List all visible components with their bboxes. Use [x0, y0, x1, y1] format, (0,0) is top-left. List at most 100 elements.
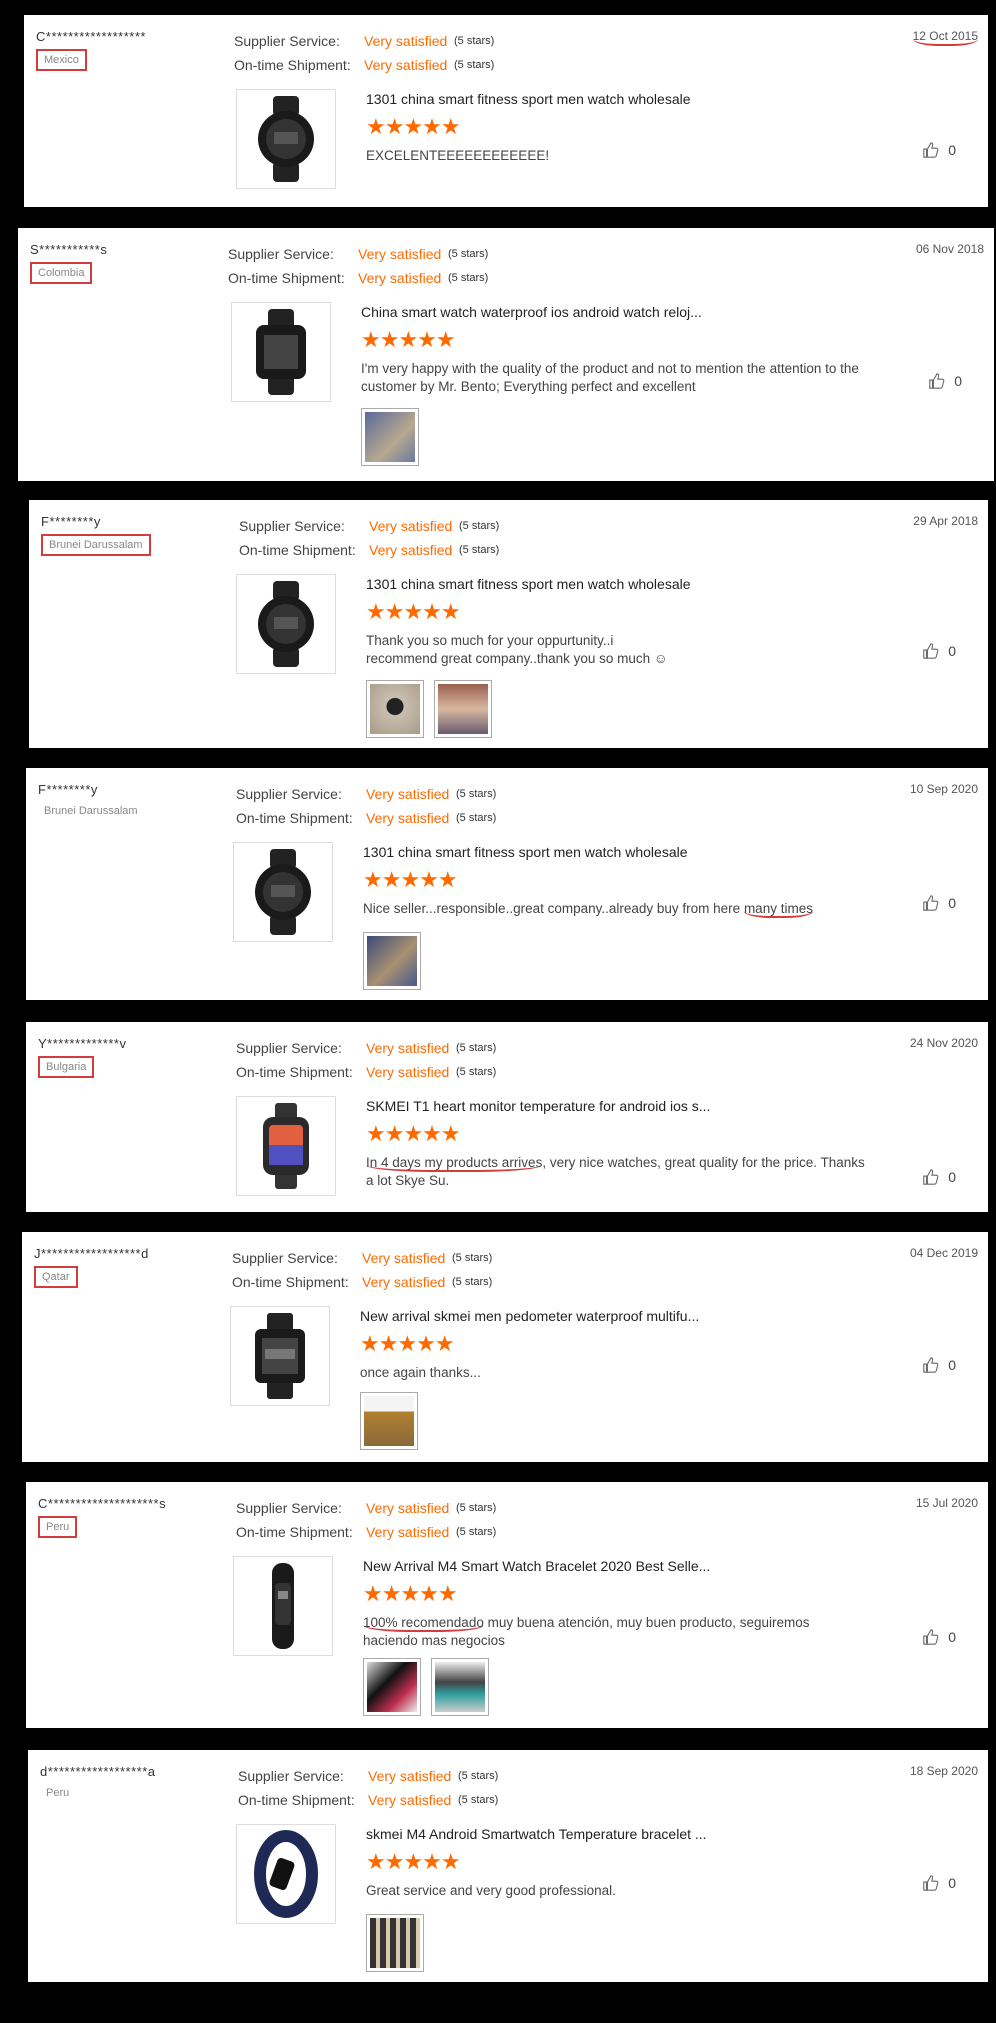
watch-image-icon [255, 1313, 305, 1399]
on-time-shipment-label: On-time Shipment: [228, 270, 345, 286]
band-image-icon [272, 1563, 294, 1649]
review-photo[interactable] [431, 1658, 489, 1716]
review-stars: ★★★★★ [363, 1581, 458, 1606]
product-title[interactable]: New Arrival M4 Smart Watch Bracelet 2020… [363, 1558, 710, 1574]
product-thumbnail[interactable] [230, 1306, 330, 1406]
product-title[interactable]: SKMEI T1 heart monitor temperature for a… [366, 1098, 710, 1114]
buyer-name: d******************a [40, 1764, 156, 1779]
review-card: F********y Brunei Darussalam Supplier Se… [29, 500, 988, 748]
review-comment: EXCELENTEEEEEEEEEEEE! [366, 148, 550, 163]
buyer-name: S***********s [30, 242, 108, 257]
bands-photo-icon [370, 1918, 420, 1968]
supplier-service-stars: (5 stars) [458, 1770, 499, 1782]
thumbs-up-icon [923, 643, 939, 659]
buyer-country: Qatar [34, 1266, 78, 1288]
buyer-name: Y*************v [38, 1036, 127, 1051]
supplier-service-label: Supplier Service: [234, 33, 340, 49]
on-time-shipment-label: On-time Shipment: [236, 810, 353, 826]
review-photo[interactable] [366, 680, 424, 738]
review-photo[interactable] [434, 680, 492, 738]
like-button[interactable]: 0 [922, 1628, 956, 1646]
like-button[interactable]: 0 [922, 1874, 956, 1892]
review-photo[interactable] [363, 1658, 421, 1716]
comment-highlight: many times [743, 901, 813, 918]
supplier-service-label: Supplier Service: [238, 1768, 344, 1784]
like-count: 0 [948, 142, 956, 158]
product-title[interactable]: 1301 china smart fitness sport men watch… [366, 576, 691, 592]
band-photo-icon [367, 1662, 417, 1712]
product-title[interactable]: skmei M4 Android Smartwatch Temperature … [366, 1826, 707, 1842]
like-button[interactable]: 0 [922, 894, 956, 912]
review-card: S***********s Colombia Supplier Service:… [18, 228, 994, 481]
on-time-shipment-stars: (5 stars) [458, 1794, 499, 1806]
review-stars: ★★★★★ [361, 327, 456, 352]
on-time-shipment-value: Very satisfied [358, 270, 442, 286]
product-thumbnail[interactable] [233, 1556, 333, 1656]
product-title[interactable]: 1301 china smart fitness sport men watch… [366, 91, 691, 107]
product-thumbnail[interactable] [231, 302, 331, 402]
on-time-shipment-value: Very satisfied [362, 1274, 446, 1290]
supplier-service-stars: (5 stars) [456, 1502, 497, 1514]
product-thumbnail[interactable] [236, 89, 336, 189]
on-time-shipment-stars: (5 stars) [456, 1066, 497, 1078]
review-date: 04 Dec 2019 [909, 1246, 978, 1260]
product-thumbnail[interactable] [233, 842, 333, 942]
supplier-service-stars: (5 stars) [459, 520, 500, 532]
product-thumbnail[interactable] [236, 574, 336, 674]
watch-image-icon [255, 849, 311, 935]
watch-image-icon [256, 309, 306, 395]
product-thumbnail[interactable] [236, 1096, 336, 1196]
like-button[interactable]: 0 [922, 141, 956, 159]
on-time-shipment-value: Very satisfied [369, 542, 453, 558]
product-title[interactable]: 1301 china smart fitness sport men watch… [363, 844, 688, 860]
on-time-shipment-stars: (5 stars) [452, 1276, 493, 1288]
ratings: Supplier Service: Very satisfied (5 stars)… [234, 29, 494, 77]
review-date: 10 Sep 2020 [909, 782, 978, 796]
buyer-country: Colombia [30, 262, 93, 284]
review-stars: ★★★★★ [360, 1331, 455, 1356]
review-photos [360, 1392, 418, 1450]
comment-text: Nice seller...responsible..great company… [363, 901, 744, 916]
review-comment: In 4 days my products arrives, very nice… [366, 1154, 871, 1190]
review-photo[interactable] [360, 1392, 418, 1450]
review-card: Y*************v Bulgaria Supplier Servic… [26, 1022, 988, 1212]
like-count: 0 [954, 373, 962, 389]
package-photo-icon [365, 412, 415, 462]
review-comment: Great service and very good professional… [366, 1883, 616, 1898]
on-time-shipment-stars: (5 stars) [459, 544, 500, 556]
review-photos [361, 408, 419, 466]
like-button[interactable]: 0 [928, 372, 962, 390]
box-photo-icon [364, 1396, 414, 1446]
like-count: 0 [948, 1629, 956, 1645]
comment-highlight: In 4 days my products arrives [366, 1155, 543, 1172]
band-image-icon [254, 1830, 318, 1918]
supplier-service-stars: (5 stars) [452, 1252, 493, 1264]
review-date: 24 Nov 2020 [909, 1036, 978, 1050]
watch-photo-icon [370, 684, 420, 734]
like-button[interactable]: 0 [922, 642, 956, 660]
like-count: 0 [948, 1875, 956, 1891]
review-date: 18 Sep 2020 [909, 1764, 978, 1778]
review-stars: ★★★★★ [363, 867, 458, 892]
review-photo[interactable] [361, 408, 419, 466]
buyer-country: Mexico [36, 49, 87, 71]
band-box-photo-icon [435, 1662, 485, 1712]
product-thumbnail[interactable] [236, 1824, 336, 1924]
product-title[interactable]: New arrival skmei men pedometer waterpro… [360, 1308, 699, 1324]
watch-image-icon [258, 581, 314, 667]
thumbs-up-icon [923, 1169, 939, 1185]
ratings: Supplier Service: Very satisfied (5 stars)… [239, 514, 499, 562]
on-time-shipment-label: On-time Shipment: [234, 57, 351, 73]
review-card: J******************d Qatar Supplier Serv… [22, 1232, 988, 1462]
buyer-name: J******************d [34, 1246, 149, 1261]
buyer-country: Brunei Darussalam [44, 805, 138, 817]
review-photo[interactable] [363, 932, 421, 990]
product-title[interactable]: China smart watch waterproof ios android… [361, 304, 702, 320]
like-button[interactable]: 0 [922, 1356, 956, 1374]
like-button[interactable]: 0 [922, 1168, 956, 1186]
review-photo[interactable] [366, 1914, 424, 1972]
review-stars: ★★★★★ [366, 599, 461, 624]
on-time-shipment-label: On-time Shipment: [236, 1524, 353, 1540]
on-time-shipment-label: On-time Shipment: [236, 1064, 353, 1080]
on-time-shipment-label: On-time Shipment: [239, 542, 356, 558]
